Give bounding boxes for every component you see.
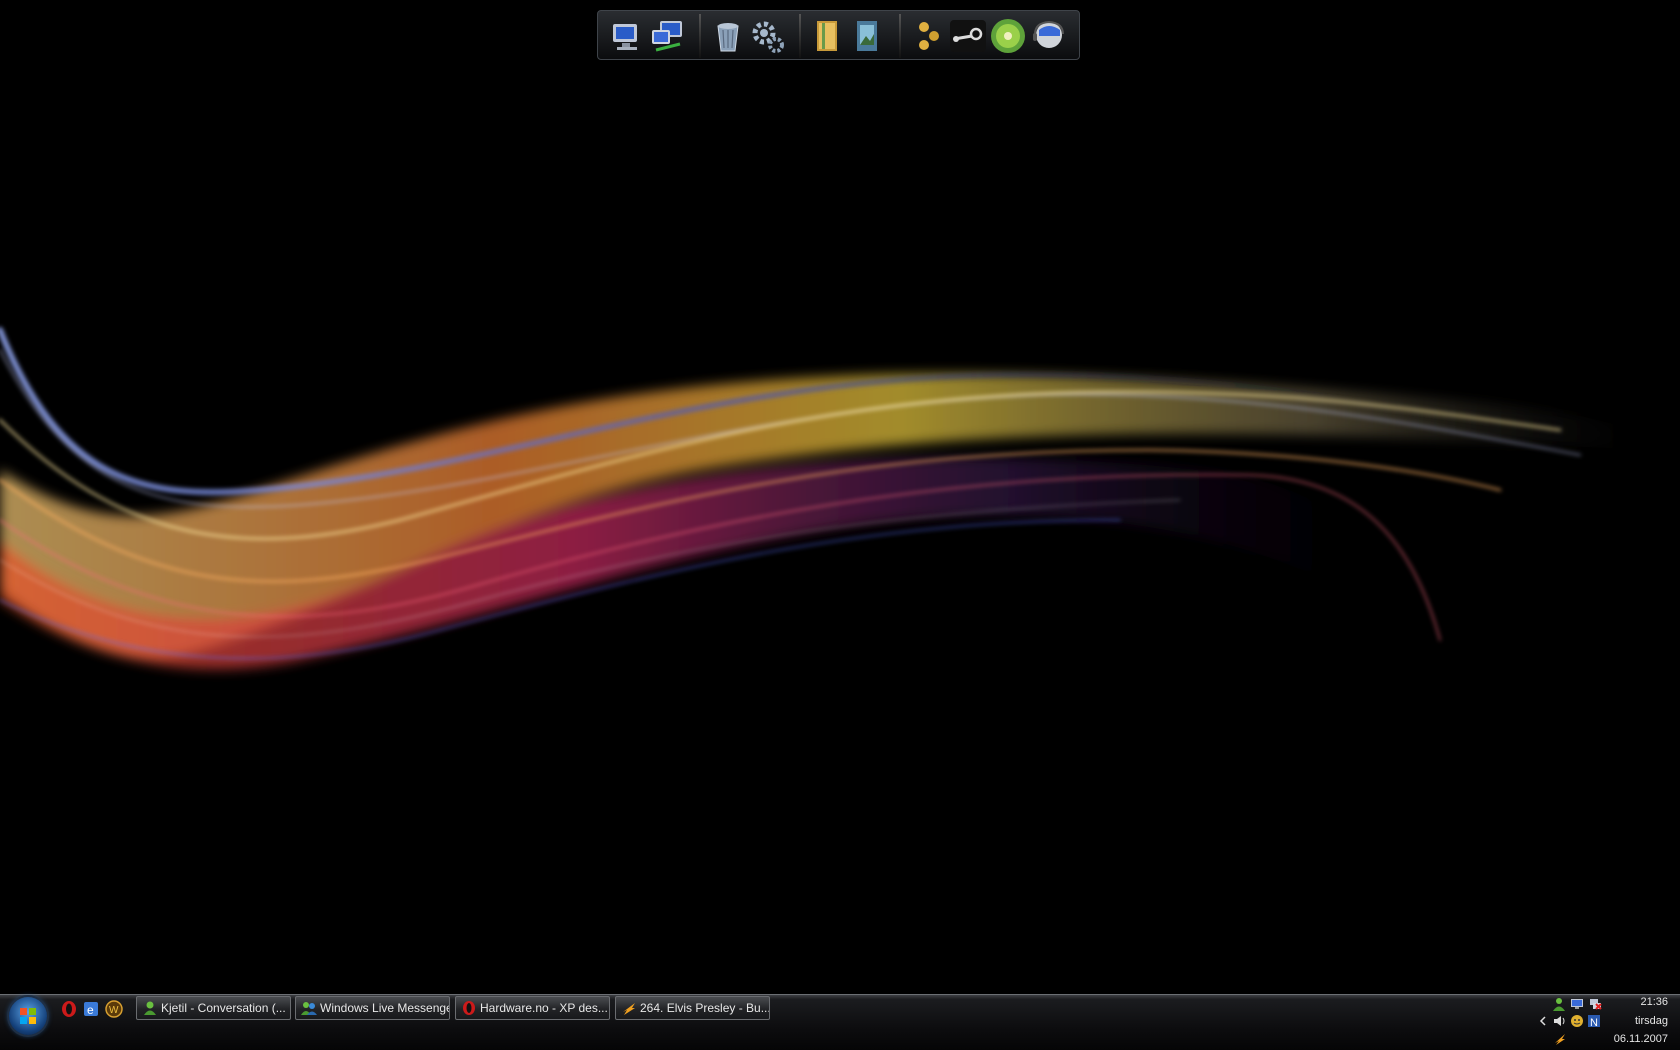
messenger-users-icon	[301, 1002, 317, 1015]
smiley-app-icon[interactable]	[1570, 1014, 1584, 1028]
network-places-icon[interactable]	[650, 18, 686, 54]
clock-time[interactable]: 21:36	[1598, 996, 1668, 1008]
task-button-label: Kjetil - Conversation (...	[161, 1001, 286, 1015]
my-computer-icon[interactable]	[610, 18, 646, 54]
network-share-icon[interactable]	[910, 18, 946, 54]
task-button-label: 264. Elvis Presley - Bu...	[640, 1001, 770, 1015]
top-dock	[597, 10, 1080, 60]
task-button-conversation[interactable]: Kjetil - Conversation (...	[136, 996, 291, 1020]
opera-icon	[463, 1001, 475, 1015]
windows-logo-icon	[20, 1008, 36, 1024]
pictures-folder-icon[interactable]	[850, 18, 886, 54]
messenger-user-icon	[144, 1001, 156, 1015]
task-button-label: Hardware.no - XP des...	[480, 1001, 608, 1015]
dock-separator	[899, 14, 901, 58]
kiwi-app-icon[interactable]	[990, 18, 1026, 54]
svg-text:e: e	[87, 1003, 94, 1017]
messenger-status-icon[interactable]	[1552, 997, 1566, 1011]
ie-icon[interactable]: e	[82, 1000, 100, 1018]
warcraft-icon[interactable]: W	[105, 1000, 123, 1018]
start-button[interactable]	[9, 997, 47, 1035]
settings-gears-icon[interactable]	[750, 18, 786, 54]
svg-text:N: N	[1590, 1017, 1598, 1028]
clock-date: 06.11.2007	[1613, 1033, 1668, 1045]
svg-text:W: W	[109, 1005, 119, 1016]
dock-separator	[799, 14, 801, 58]
volume-icon[interactable]	[1553, 1014, 1567, 1028]
task-button-windows-live-messenger[interactable]: Windows Live Messenger	[295, 996, 450, 1020]
winamp-tray-icon[interactable]	[1553, 1032, 1567, 1046]
documents-folder-icon[interactable]	[810, 18, 846, 54]
chevron-left-icon[interactable]	[1536, 1014, 1550, 1028]
messenger-icon[interactable]	[1030, 18, 1066, 54]
task-button-label: Windows Live Messenger	[320, 1001, 450, 1015]
display-icon[interactable]	[1570, 997, 1584, 1011]
winamp-icon	[623, 1003, 635, 1015]
desktop-wallpaper	[0, 327, 1640, 670]
recycle-bin-icon[interactable]	[710, 18, 746, 54]
opera-icon[interactable]	[60, 1000, 78, 1018]
task-button-winamp[interactable]: 264. Elvis Presley - Bu...	[615, 996, 770, 1020]
clock-day: tirsdag	[1634, 1015, 1668, 1027]
steam-icon[interactable]	[950, 18, 986, 54]
task-button-hardware-no[interactable]: Hardware.no - XP des...	[455, 996, 610, 1020]
dock-separator	[699, 14, 701, 58]
